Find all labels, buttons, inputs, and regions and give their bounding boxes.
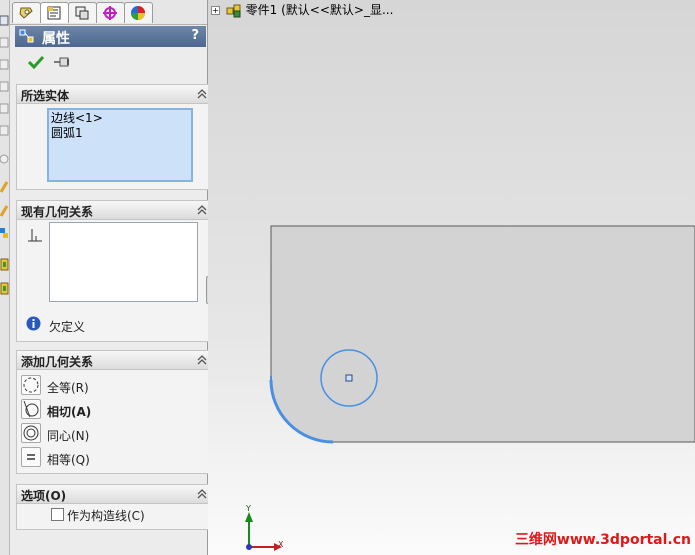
relation-equal-button[interactable]: 相等(Q) [21,447,201,469]
relation-icon[interactable] [0,226,9,239]
sphere-icon[interactable] [0,152,9,165]
construction-label: 作为构造线(C) [67,509,145,523]
help-button[interactable]: ? [191,28,199,43]
collapse-chevron-icon[interactable] [196,204,208,215]
selected-entities-header[interactable]: 所选实体 [17,85,212,104]
info-icon [26,316,41,331]
sketch-relation-icon [19,29,34,43]
assembly-icon[interactable] [0,258,9,271]
cube-icon[interactable] [0,14,9,27]
pencil-icon[interactable] [0,180,9,193]
cube-icon[interactable] [0,124,9,137]
ok-button[interactable] [27,55,45,70]
dimxpert-tab[interactable] [96,2,125,23]
display-manager-tab[interactable] [124,2,153,23]
featuremanager-tab[interactable] [12,2,41,23]
add-relations-header[interactable]: 添加几何关系 [17,351,212,370]
configuration-icon [75,6,89,20]
property-title-bar: 属性 ? [15,26,206,47]
triad-x-label: X [278,540,284,549]
manager-tabs [10,0,207,25]
propertymanager-tab[interactable] [40,2,69,23]
existing-relations-list[interactable] [49,222,198,302]
assembly-icon[interactable] [0,282,9,295]
watermark: 三维网www.3dportal.cn [514,532,691,548]
pushpin-icon [54,57,69,67]
options-header[interactable]: 选项(O) [17,485,212,504]
collapse-chevron-icon[interactable] [196,354,208,365]
list-item[interactable]: 圆弧1 [51,126,189,141]
cube-icon[interactable] [0,36,9,49]
existing-relations-header[interactable]: 现有几何关系 [17,201,212,220]
panel-title: 属性 [42,31,70,47]
collapse-chevron-icon[interactable] [196,488,208,499]
cube-icon[interactable] [0,80,9,93]
relation-coradial-button[interactable]: 全等(R) [21,375,201,397]
relation-concentric-button[interactable]: 同心(N) [21,423,201,445]
relations-glyph-icon [28,229,42,242]
concentric-icon [21,423,41,443]
property-manager-icon [47,6,61,20]
relation-tangent-button[interactable]: 相切(A) [21,399,201,421]
checkmark-icon [27,55,45,70]
add-relations-group: 添加几何关系 全等(R) 相切(A) 同心(N) 相等(Q) [16,350,213,474]
pin-button[interactable] [52,55,72,69]
existing-relations-group: 现有几何关系 欠定义 [16,200,213,342]
left-toolbar-strip [0,0,10,555]
options-group: 选项(O) 作为构造线(C) [16,484,213,530]
circle-center-point[interactable] [345,374,353,382]
list-item[interactable]: 边线<1> [51,111,189,126]
triad-y-label: Y [246,504,251,513]
pencil-icon[interactable] [0,204,9,217]
triad-origin [246,544,252,550]
sketch-canvas[interactable] [208,0,695,555]
definition-status: 欠定义 [49,320,86,334]
appearance-icon [131,6,145,20]
dimxpert-icon [103,6,117,20]
feature-tree-icon [19,7,33,19]
selected-entities-group: 所选实体 边线<1> 圆弧1 [16,84,213,190]
selected-entities-list[interactable]: 边线<1> 圆弧1 [47,108,193,182]
collapse-chevron-icon[interactable] [196,88,208,99]
equal-icon [21,447,41,467]
cube-icon[interactable] [0,58,9,71]
coradial-icon [21,375,41,395]
part-face[interactable] [270,225,695,443]
tangent-icon [21,399,41,419]
property-manager-panel: 属性 ? 所选实体 边线<1> 圆弧1 现有几何关系 欠定义 添加几何关系 全等… [10,0,213,555]
cube-icon[interactable] [0,102,9,115]
triad-y-arrow [245,512,253,522]
construction-checkbox[interactable] [51,508,64,521]
configurationmanager-tab[interactable] [68,2,97,23]
graphics-area[interactable]: + 零件1 (默认<<默认>_显... Y X 三维网www.3dportal.… [208,0,695,555]
